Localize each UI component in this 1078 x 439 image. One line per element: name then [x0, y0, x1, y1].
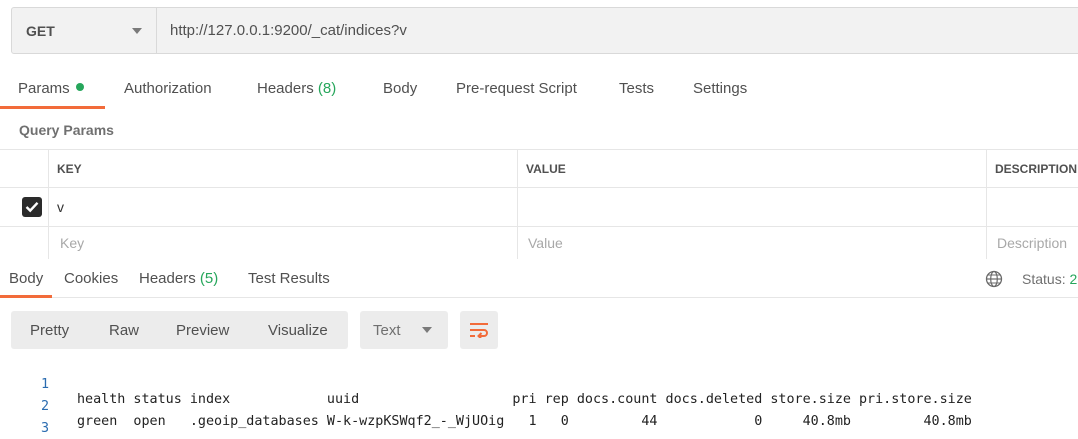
status-label: Status: [1022, 271, 1066, 287]
code-line: 3 [0, 406, 1078, 436]
new-description-input[interactable]: Description [986, 227, 1078, 259]
tab-params-label: Params [18, 80, 70, 97]
format-select[interactable]: Text [360, 311, 448, 349]
table-row-empty: Key Value Description [0, 226, 1078, 259]
request-url-bar: GET http://127.0.0.1:9200/_cat/indices?v [11, 7, 1078, 54]
active-tab-indicator [0, 106, 105, 109]
response-status: Status: 2 [1022, 271, 1077, 287]
tab-prerequest-script[interactable]: Pre-request Script [456, 80, 577, 97]
response-tab-headers-label: Headers [139, 270, 196, 287]
active-dot-icon [75, 83, 84, 92]
method-select[interactable]: GET [12, 8, 157, 53]
method-label: GET [26, 22, 55, 39]
tab-headers[interactable]: Headers (8) [257, 80, 336, 97]
tab-settings[interactable]: Settings [693, 80, 747, 97]
param-key-field[interactable]: v [48, 188, 518, 226]
tab-params[interactable]: Params [18, 80, 84, 97]
response-tab-body[interactable]: Body [9, 270, 43, 287]
request-tabs: Params Authorization Headers (8) Body Pr… [0, 66, 1078, 110]
response-tab-headers[interactable]: Headers (5) [139, 270, 218, 287]
param-checkbox[interactable] [22, 197, 42, 217]
code-line: 1 health status index uuid pri rep docs.… [0, 362, 1078, 407]
tab-body[interactable]: Body [383, 80, 417, 97]
url-input[interactable]: http://127.0.0.1:9200/_cat/indices?v [157, 8, 1078, 53]
globe-icon[interactable] [985, 270, 1003, 288]
line-number: 3 [40, 421, 50, 436]
response-headers-count: (5) [199, 270, 219, 287]
query-params-title: Query Params [19, 122, 114, 138]
tab-tests[interactable]: Tests [619, 80, 654, 97]
response-tab-test-results[interactable]: Test Results [248, 270, 330, 287]
column-header-value: VALUE [517, 150, 987, 187]
response-tabs-divider [0, 297, 1078, 298]
view-mode-selector: Pretty Raw Preview Visualize [11, 311, 348, 349]
response-tab-cookies[interactable]: Cookies [64, 270, 118, 287]
chevron-down-icon [132, 27, 142, 34]
new-key-input[interactable]: Key [48, 227, 518, 259]
wrap-lines-button[interactable] [460, 311, 498, 349]
wrap-lines-icon [470, 323, 488, 338]
view-preview-button[interactable]: Preview [176, 322, 229, 339]
table-header-row: KEY VALUE DESCRIPTION [0, 149, 1078, 187]
view-visualize-button[interactable]: Visualize [268, 322, 328, 339]
table-row: v [0, 187, 1078, 226]
param-value-field[interactable] [517, 188, 987, 226]
column-header-key: KEY [48, 150, 518, 187]
response-active-tab-indicator [0, 295, 52, 298]
format-label: Text [373, 321, 401, 339]
tab-headers-label: Headers [257, 80, 314, 97]
status-code: 2 [1069, 271, 1078, 287]
code-line: 2 green open .geoip_databases W-k-wzpKSW… [0, 384, 1078, 429]
param-description-field[interactable] [986, 188, 1078, 226]
tab-authorization[interactable]: Authorization [124, 80, 212, 97]
new-value-input[interactable]: Value [517, 227, 987, 259]
checkmark-icon [25, 201, 39, 213]
column-header-description: DESCRIPTION [986, 150, 1078, 187]
headers-count: (8) [317, 80, 337, 97]
view-raw-button[interactable]: Raw [109, 322, 139, 339]
view-pretty-button[interactable]: Pretty [30, 322, 69, 339]
chevron-down-icon [422, 327, 432, 333]
